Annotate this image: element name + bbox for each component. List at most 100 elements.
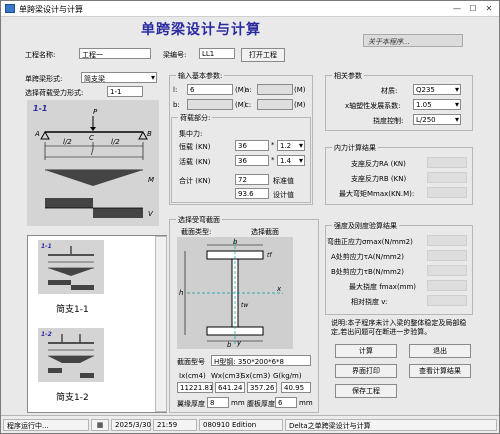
label-half-right: l/2 [111, 138, 120, 146]
load-title: 荷载部分: [178, 113, 213, 123]
fmax-output [427, 280, 467, 291]
diagram-list[interactable]: 1-1 简支1-1 1-2 简支1-2 [27, 235, 167, 413]
a-label: a: [245, 86, 252, 94]
status-edition: 080910 Edition [199, 419, 283, 431]
thumbnail-1-1: 1-1 [41, 243, 94, 290]
beam-no-label: 梁编号: [163, 51, 187, 59]
label-b: B [147, 130, 152, 138]
web-input[interactable]: 6 [275, 397, 297, 408]
calc-button[interactable]: 计算 [335, 344, 397, 358]
live-label: 活载 (KN) [179, 158, 211, 166]
section-figure: b h tf tw x y b [177, 237, 293, 349]
total-label: 合计 (KN) [179, 177, 211, 185]
status-date: 2025/3/30 [111, 419, 151, 431]
dim-b-bottom: b [227, 341, 232, 349]
related-params-title: 相关参数 [332, 71, 364, 81]
list-item[interactable]: 1-2 [38, 328, 104, 382]
check-item-tau-b: B处剪应力τB(N/mm2) [331, 268, 404, 276]
prop-sx: 357.26 [247, 382, 277, 393]
tau-a-output [427, 250, 467, 261]
rb-label: 支座反力RB (KN) [351, 175, 407, 183]
gamma-select[interactable]: 1.05 [413, 99, 461, 110]
check-item-fmax: 最大挠度 fmax(mm) [349, 283, 417, 291]
label-m: M [148, 176, 154, 184]
list-item[interactable]: 1-1 [38, 240, 104, 294]
basic-params-title: 输入基本参数: [176, 71, 225, 81]
window-title: 单跨梁设计与计算 [19, 5, 83, 14]
label-c: C [89, 134, 94, 142]
b-input[interactable] [187, 99, 233, 110]
section-model-label: 截面型号 [177, 358, 205, 366]
page-title: 单跨梁设计与计算 [141, 22, 261, 38]
title-bar: 单跨梁设计与计算 — ☐ ✕ [1, 1, 499, 17]
section-model-input[interactable]: H型钢: 350*200*6*8 [211, 355, 311, 366]
live-factor-select[interactable]: 1.4 [277, 155, 305, 166]
list-scrollbar[interactable] [155, 236, 167, 412]
view-results-button[interactable]: 查看计算结果 [409, 364, 471, 378]
prop-wx: 641.24 [215, 382, 245, 393]
web-unit: mm [299, 399, 313, 407]
beam-diagram: 1-1 P A B C l/2 l/2 l M V [33, 104, 154, 218]
c-unit: (M) [294, 101, 306, 109]
web-label: 腹板厚度 [247, 400, 275, 408]
label-a: A [34, 130, 40, 138]
gamma-label: x轴塑性发展系数: [345, 102, 401, 110]
about-button[interactable]: 关于本程序... [363, 34, 463, 47]
a-input[interactable] [257, 84, 293, 95]
pick-section-button[interactable]: 选择截面 [251, 227, 279, 237]
deflection-select[interactable]: L/250 [413, 114, 461, 125]
l-label: l: [173, 86, 178, 94]
list-caption: 简支1-1 [56, 305, 89, 315]
check-results-title: 强度及刚度验算结果 [332, 221, 399, 231]
flange-input[interactable]: 8 [207, 397, 229, 408]
project-name-input[interactable]: 工程一 [79, 48, 151, 59]
save-project-button[interactable]: 保存工程 [335, 384, 397, 398]
dim-h: h [179, 289, 183, 297]
diagram-title: 1-1 [33, 104, 47, 113]
prop-header-sx: Sx(cm3) [241, 372, 271, 380]
label-half-left: l/2 [63, 138, 72, 146]
internal-force-title: 内力计算结果 [332, 143, 378, 153]
status-time: 21:59 [153, 419, 197, 431]
design-value: 93.6 [235, 188, 269, 199]
list-tag: 1-1 [41, 243, 52, 250]
calendar-icon: ▦ [91, 419, 109, 431]
status-app: Delta之单跨梁设计与计算 [285, 419, 497, 431]
deflection-label: 挠度控制: [373, 117, 404, 125]
v-output [427, 295, 467, 306]
material-label: 材质: [381, 87, 398, 95]
std-value: 72 [235, 174, 269, 185]
b-label: b: [173, 101, 180, 109]
print-button[interactable]: 界面打印 [335, 364, 397, 378]
status-state: 程序运行中... [3, 419, 89, 431]
l-input[interactable]: 6 [187, 84, 233, 95]
load-form-input[interactable]: 1-1 [107, 86, 143, 97]
open-project-button[interactable]: 打开工程 [241, 48, 285, 62]
exit-button[interactable]: 退出 [409, 344, 471, 358]
dim-tw: tw [241, 302, 248, 309]
prop-header-g: G(kg/m) [273, 372, 302, 380]
maximize-icon[interactable]: ☐ [467, 3, 479, 14]
status-bar: 程序运行中... ▦ 2025/3/30 21:59 080910 Editio… [1, 415, 499, 433]
c-input[interactable] [257, 99, 293, 110]
tau-b-output [427, 265, 467, 276]
live-input[interactable]: 36 [235, 155, 269, 166]
flange-unit: mm [231, 399, 245, 407]
ra-label: 支座反力RA (KN) [351, 160, 406, 168]
a-unit: (M) [294, 86, 306, 94]
material-select[interactable]: Q235 [413, 84, 461, 95]
minimize-icon[interactable]: — [451, 3, 463, 14]
dead-input[interactable]: 36 [235, 140, 269, 151]
prop-header-ix: Ix(cm4) [179, 372, 206, 380]
beam-form-select[interactable]: 简支梁 [81, 72, 157, 83]
prop-g: 40.95 [281, 382, 311, 393]
load-form-label: 选择荷载受力形式: [25, 89, 84, 97]
axis-y: y [236, 339, 242, 347]
project-name-label: 工程名称: [25, 51, 56, 59]
dead-factor-select[interactable]: 1.2 [277, 140, 305, 151]
dead-label: 恒载 (KN) [179, 143, 211, 151]
list-tag: 1-2 [41, 331, 52, 338]
close-icon[interactable]: ✕ [483, 3, 495, 14]
ra-output [427, 157, 467, 168]
beam-no-input[interactable]: LL1 [199, 48, 235, 59]
